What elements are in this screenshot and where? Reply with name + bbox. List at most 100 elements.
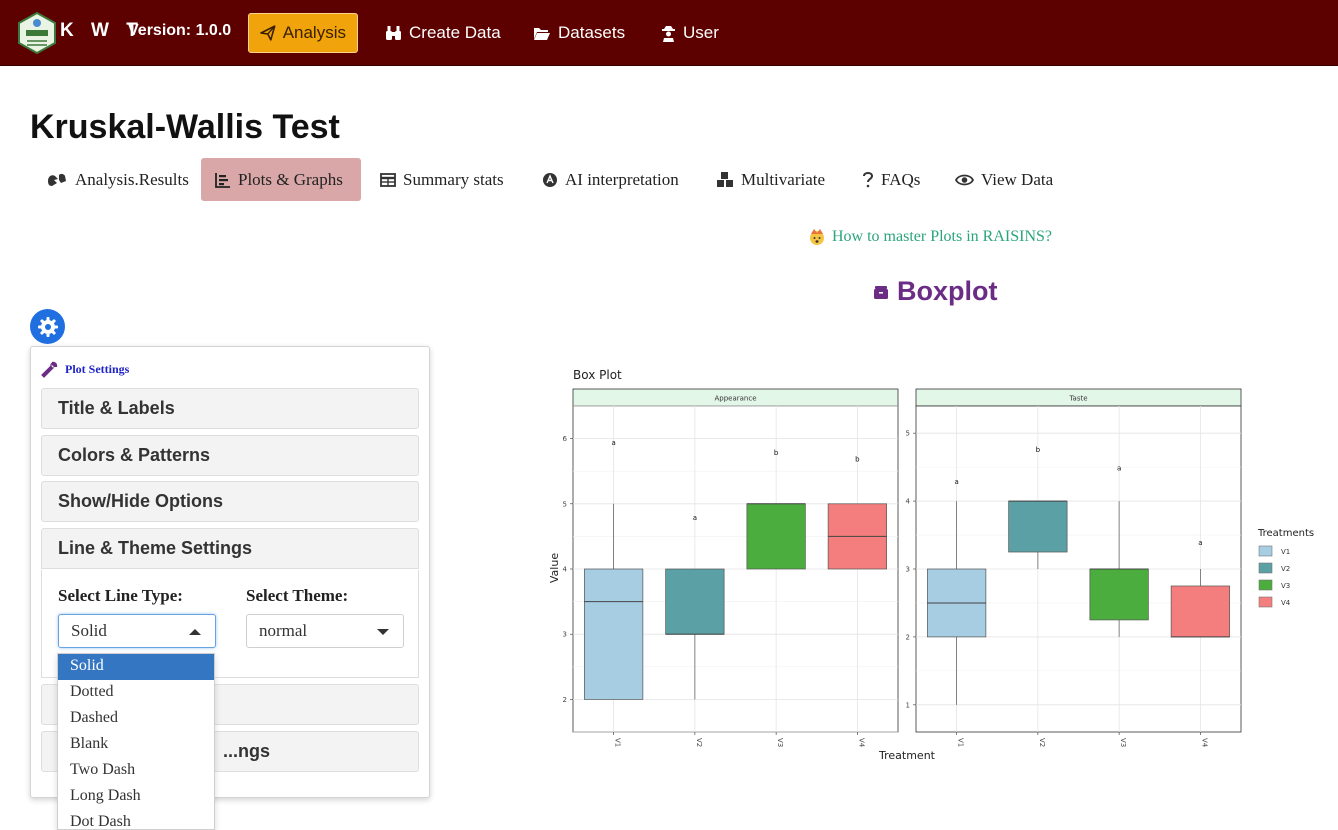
nav-user[interactable]: User (650, 13, 730, 53)
chart-title: Box Plot (573, 368, 622, 382)
y-tick-label: 6 (563, 435, 568, 443)
legend-key-v4 (1258, 596, 1273, 608)
eye-icon (955, 174, 974, 185)
theme-label: Select Theme: (246, 586, 349, 605)
line-type-label: Select Line Type: (58, 586, 183, 605)
legend-label: V1 (1281, 548, 1290, 556)
significance-letter: a (1198, 539, 1202, 547)
help-link-label: How to master Plots in RAISINS? (832, 228, 1052, 245)
box-icon (874, 285, 888, 299)
wrench-icon (41, 361, 58, 378)
legend-key-v2 (1258, 562, 1273, 574)
nav-user-label: User (683, 23, 719, 42)
raisins-logo[interactable] (18, 12, 56, 54)
accordion-show-hide-options[interactable]: Show/Hide Options (41, 481, 419, 522)
box-v3 (1089, 568, 1149, 621)
option-dot-dash[interactable]: Dot Dash (58, 810, 214, 829)
y-tick-label: 5 (563, 500, 567, 508)
option-long-dash[interactable]: Long Dash (58, 784, 214, 810)
tab-summary-stats[interactable]: Summary stats (366, 158, 518, 201)
accordion-line-theme-settings[interactable]: Line & Theme Settings (41, 528, 419, 569)
y-tick-label: 3 (563, 631, 567, 639)
x-tick-label: V2 (695, 738, 703, 747)
y-tick-label: 2 (906, 633, 910, 641)
significance-letter: a (611, 439, 615, 447)
nav-analysis[interactable]: Analysis (248, 13, 358, 53)
question-icon (863, 172, 874, 188)
table-icon (380, 172, 396, 187)
x-tick-label: V3 (776, 738, 784, 747)
x-tick-label: V2 (1038, 738, 1046, 747)
nav-datasets[interactable]: Datasets (522, 13, 636, 53)
page-title: Kruskal-Wallis Test (30, 108, 340, 146)
x-tick-label: V4 (857, 738, 865, 748)
x-tick-label: V3 (1119, 738, 1127, 747)
x-tick-label: V4 (1200, 738, 1208, 748)
legend-key-v3 (1258, 579, 1273, 591)
tab-label: Summary stats (403, 169, 504, 189)
option-blank[interactable]: Blank (58, 732, 214, 758)
tab-plots-graphs[interactable]: Plots & Graphs (201, 158, 361, 201)
paper-plane-icon (260, 25, 276, 41)
option-dotted[interactable]: Dotted (58, 680, 214, 706)
tab-view-data[interactable]: View Data (941, 158, 1067, 201)
significance-letter: a (693, 514, 697, 522)
legend-label: V3 (1281, 582, 1290, 590)
accordion-colors-patterns[interactable]: Colors & Patterns (41, 435, 419, 476)
tab-label: Multivariate (741, 169, 826, 189)
y-tick-label: 3 (906, 566, 910, 574)
option-two-dash[interactable]: Two Dash (58, 758, 214, 784)
boxplot-chart: Box Plot Treatment Value Appearance 2 3 4 5 6 a V1… (548, 368, 1314, 762)
tab-multivariate[interactable]: Multivariate (702, 158, 839, 201)
legend-label: V4 (1281, 599, 1291, 607)
tab-label: Plots & Graphs (238, 169, 343, 189)
significance-letter: a (954, 478, 958, 486)
user-secret-icon (662, 25, 675, 42)
legend-key-v1 (1258, 545, 1273, 557)
tab-label: View Data (981, 169, 1054, 189)
significance-letter: b (774, 449, 779, 457)
exploding-head-icon (810, 229, 824, 245)
facet-strip-label: Taste (1068, 395, 1087, 403)
legend-label: V2 (1281, 565, 1290, 573)
theme-select[interactable]: normal (246, 614, 404, 648)
nav-create-data[interactable]: Create Data (374, 13, 512, 53)
significance-letter: b (855, 455, 860, 463)
line-type-select[interactable]: Solid (58, 614, 216, 648)
option-dashed[interactable]: Dashed (58, 706, 214, 732)
tab-ai-interpretation[interactable]: AI interpretation (528, 158, 693, 201)
option-solid[interactable]: Solid (58, 654, 214, 680)
tab-faqs[interactable]: FAQs (848, 158, 934, 201)
caret-up-icon (189, 629, 201, 635)
nav-analysis-label: Analysis (282, 23, 346, 42)
cubes-icon (717, 172, 733, 187)
box-v2 (1008, 500, 1068, 553)
significance-letter: a (1117, 465, 1121, 473)
plot-settings-title: Plot Settings (65, 362, 130, 376)
nav-datasets-label: Datasets (558, 23, 626, 42)
settings-gear-button[interactable] (30, 309, 65, 344)
tab-analysis-results[interactable]: Analysis.Results (32, 158, 203, 201)
box-v4 (1170, 585, 1230, 638)
facet-strip-label: Appearance (714, 395, 756, 403)
brain-icon (543, 172, 557, 187)
y-tick-label: 2 (563, 696, 567, 704)
tab-label: FAQs (881, 169, 921, 189)
significance-letter: b (1036, 446, 1041, 454)
box-v2 (665, 568, 725, 635)
plot-settings-header: Plot Settings (41, 361, 129, 378)
y-tick-label: 4 (906, 498, 911, 506)
help-link[interactable]: How to master Plots in RAISINS? (808, 228, 1052, 246)
gear-icon (37, 316, 58, 337)
accordion-title-labels[interactable]: Title & Labels (41, 388, 419, 429)
legend-title: Treatments (1257, 528, 1314, 539)
tab-label: AI interpretation (565, 169, 679, 189)
boxplot-heading: Boxplot (873, 276, 998, 307)
x-axis-label: Treatment (878, 749, 936, 762)
box-v1 (584, 568, 644, 700)
y-tick-label: 1 (906, 701, 910, 709)
nav-create-data-label: Create Data (409, 23, 501, 42)
folder-open-icon (534, 27, 550, 40)
top-navbar: K W T Version: 1.0.0 Analysis Create Dat… (0, 0, 1338, 66)
line-type-value: Solid (71, 621, 107, 640)
